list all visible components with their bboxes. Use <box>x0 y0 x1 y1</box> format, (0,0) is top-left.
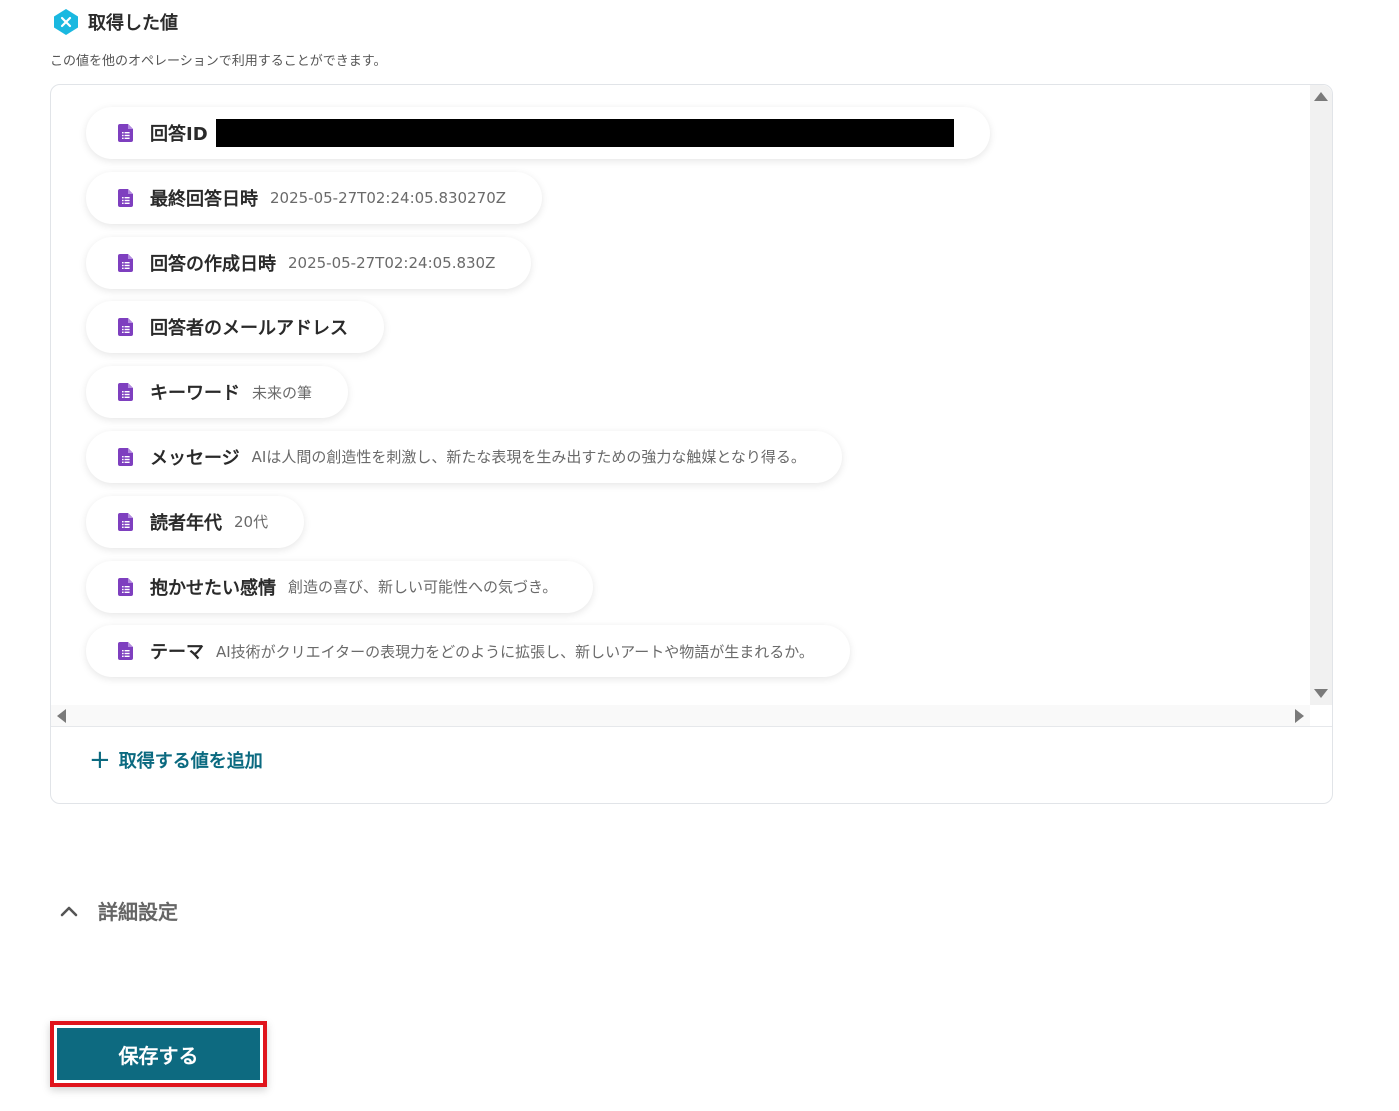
value-label: メッセージ <box>150 447 240 469</box>
form-document-icon <box>118 577 133 596</box>
form-document-icon <box>118 253 133 272</box>
value-chip-list: 回答ID 最終回答日時 2025-05-27T02:24:05.830270Z <box>86 107 990 690</box>
values-panel: 回答ID 最終回答日時 2025-05-27T02:24:05.830270Z <box>50 84 1333 804</box>
chevron-up-icon <box>60 906 78 916</box>
section-description: この値を他のオペレーションで利用することができます。 <box>50 54 387 69</box>
value-label: 抱かせたい感情 <box>150 577 276 599</box>
value-text: 20代 <box>234 513 269 532</box>
value-label: 回答ID <box>150 124 208 145</box>
horizontal-scrollbar[interactable] <box>51 705 1310 726</box>
variable-icon <box>54 9 78 35</box>
vertical-scrollbar[interactable] <box>1310 85 1332 705</box>
scroll-up-arrow-icon[interactable] <box>1314 92 1328 101</box>
value-label: 回答の作成日時 <box>150 253 276 275</box>
add-value-button[interactable]: + 取得する値を追加 <box>89 747 263 773</box>
value-label: 最終回答日時 <box>150 188 258 210</box>
value-text: 創造の喜び、新しい可能性への気づき。 <box>288 578 558 597</box>
section-header: 取得した値 <box>52 8 178 36</box>
value-text: 2025-05-27T02:24:05.830Z <box>288 253 496 272</box>
advanced-settings-label: 詳細設定 <box>98 900 178 924</box>
value-chip[interactable]: 回答の作成日時 2025-05-27T02:24:05.830Z <box>86 236 532 289</box>
value-text: 未来の筆 <box>252 383 313 402</box>
value-chip[interactable]: 回答者のメールアドレス <box>86 301 384 354</box>
form-document-icon <box>118 447 133 466</box>
value-chip[interactable]: キーワード 未来の筆 <box>86 366 349 419</box>
value-chip[interactable]: テーマ AI技術がクリエイターの表現力をどのように拡張し、新しいアートや物語が生… <box>86 625 850 678</box>
value-text: AIは人間の創造性を刺激し、新たな表現を生み出すための強力な触媒となり得る。 <box>251 448 806 467</box>
values-scroll-area[interactable]: 回答ID 最終回答日時 2025-05-27T02:24:05.830270Z <box>51 85 1332 727</box>
scroll-down-arrow-icon[interactable] <box>1314 689 1328 698</box>
value-chip[interactable]: 最終回答日時 2025-05-27T02:24:05.830270Z <box>86 171 543 224</box>
form-document-icon <box>118 383 133 402</box>
value-chip[interactable]: メッセージ AIは人間の創造性を刺激し、新たな表現を生み出すための強力な触媒とな… <box>86 430 842 483</box>
save-button[interactable]: 保存する <box>57 1028 260 1080</box>
save-button-highlight: 保存する <box>50 1021 267 1087</box>
value-label: キーワード <box>150 383 240 405</box>
value-text: AI技術がクリエイターの表現力をどのように拡張し、新しいアートや物語が生まれるか… <box>216 642 814 661</box>
form-document-icon <box>118 188 133 207</box>
form-document-icon <box>118 512 133 531</box>
scroll-right-arrow-icon[interactable] <box>1295 709 1304 723</box>
value-label: 回答者のメールアドレス <box>150 318 348 340</box>
value-label: テーマ <box>150 642 204 664</box>
value-label: 読者年代 <box>150 512 222 534</box>
value-text: 2025-05-27T02:24:05.830270Z <box>270 188 507 207</box>
form-document-icon <box>118 642 133 661</box>
value-chip[interactable]: 読者年代 20代 <box>86 495 305 548</box>
scroll-left-arrow-icon[interactable] <box>57 709 66 723</box>
form-document-icon <box>118 124 133 142</box>
plus-icon: + <box>89 745 111 775</box>
value-chip[interactable]: 回答ID <box>86 107 990 159</box>
advanced-settings-toggle[interactable]: 詳細設定 <box>58 896 178 925</box>
value-chip[interactable]: 抱かせたい感情 創造の喜び、新しい可能性への気づき。 <box>86 560 594 613</box>
add-value-label: 取得する値を追加 <box>118 751 263 772</box>
section-title: 取得した値 <box>88 13 178 34</box>
redacted-value <box>215 119 954 147</box>
form-document-icon <box>118 318 133 337</box>
